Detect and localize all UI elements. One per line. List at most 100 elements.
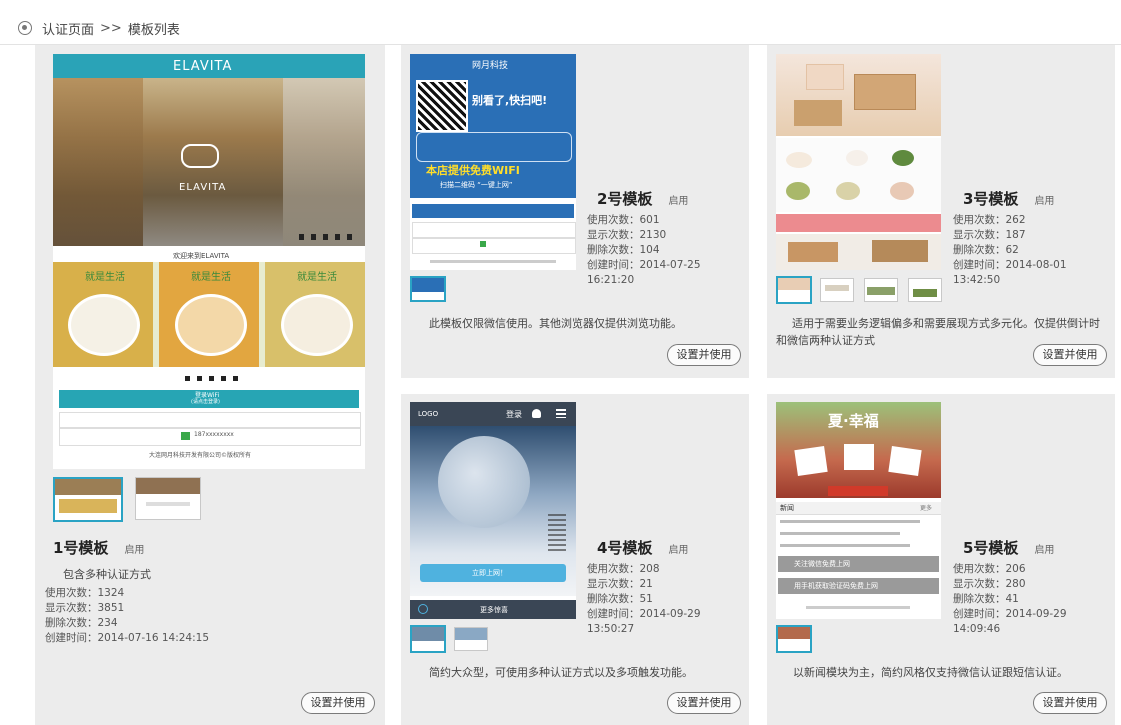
template-4-thumb-2[interactable] xyxy=(454,627,488,651)
template-1-stats: 使用次数：1324 显示次数：3851 删除次数：234 创建时间：2014-0… xyxy=(45,586,209,646)
template-3-preview[interactable] xyxy=(776,54,941,270)
preview-wifi: 本店提供免费WIFI xyxy=(426,164,520,177)
phone-icon xyxy=(181,432,190,440)
template-5-created: 创建时间：2014-09-29 14:09:46 xyxy=(953,608,1067,635)
template-2-title-row: 2号模板 启用 xyxy=(597,188,688,209)
template-2-name: 2号模板 xyxy=(597,190,653,208)
template-card-1: ELAVITA ELAVITA 欢迎来到ELAVITA 就是生活 就是生活 就是… xyxy=(35,45,385,725)
qr-code-icon xyxy=(416,80,468,132)
template-3-use-button[interactable]: 设置并使用 xyxy=(1033,344,1107,366)
template-3-created: 创建时间：2014-08-01 13:42:50 xyxy=(953,259,1067,286)
preview-footer: 大连网月科技开发有限公司©版权所有 xyxy=(149,452,252,459)
template-5-stats: 使用次数：206 显示次数：280 删除次数：41 创建时间：2014-09-2… xyxy=(953,562,1115,637)
template-4-status: 启用 xyxy=(668,545,689,556)
preview-login-sublabel: (请点击登录) xyxy=(191,399,220,405)
preview-news-more: 更多 xyxy=(920,505,933,512)
template-5-title-row: 5号模板 启用 xyxy=(963,537,1054,558)
template-2-shows: 显示次数：2130 xyxy=(587,229,667,241)
preview-welcome: 欢迎来到ELAVITA xyxy=(173,252,230,260)
preview-wechat: 关注微信免费上网 xyxy=(794,560,850,568)
template-2-created: 创建时间：2014-07-25 16:21:20 xyxy=(587,259,701,286)
template-2-uses: 使用次数：601 xyxy=(587,214,660,226)
preview-sms: 用手机获取验证码免费上网 xyxy=(794,582,878,590)
template-1-name: 1号模板 xyxy=(53,539,109,557)
bike-logo-icon xyxy=(181,144,219,168)
template-4-deletes: 删除次数：51 xyxy=(587,593,653,605)
template-2-use-button[interactable]: 设置并使用 xyxy=(667,344,741,366)
template-4-title-row: 4号模板 启用 xyxy=(597,537,688,558)
search-icon xyxy=(418,604,428,614)
preview-brand: 网月科技 xyxy=(472,61,509,71)
template-card-2: 网月科技 别看了,快扫吧! 本店提供免费WIFI 扫描二维码 “一键上网” 2号… xyxy=(401,45,749,378)
template-card-3: 3号模板 启用 使用次数：262 显示次数：187 删除次数：62 创建时间：2… xyxy=(767,45,1115,378)
breadcrumb-separator: >> xyxy=(100,20,122,36)
template-5-shows: 显示次数：280 xyxy=(953,578,1026,590)
template-1-subtitle: 包含多种认证方式 xyxy=(63,568,151,581)
template-3-shows: 显示次数：187 xyxy=(953,229,1026,241)
template-4-uses: 使用次数：208 xyxy=(587,563,660,575)
preview-brand: ELAVITA xyxy=(173,59,233,74)
preview-phone: 187xxxxxxxx xyxy=(194,431,234,438)
carousel-dots-2[interactable] xyxy=(185,376,240,381)
template-5-status: 启用 xyxy=(1034,545,1055,556)
preview-scan: 别看了,快扫吧! xyxy=(472,94,548,107)
template-1-shows: 显示次数：3851 xyxy=(45,602,125,614)
template-3-thumb-3[interactable] xyxy=(864,278,898,302)
carousel-dots-1[interactable] xyxy=(299,234,359,240)
template-3-deletes: 删除次数：62 xyxy=(953,244,1019,256)
preview-news: 新闻 xyxy=(780,504,794,512)
breadcrumb-root[interactable]: 认证页面 xyxy=(42,19,94,38)
template-1-uses: 使用次数：1324 xyxy=(45,587,125,599)
template-4-stats: 使用次数：208 显示次数：21 删除次数：51 创建时间：2014-09-29… xyxy=(587,562,749,637)
template-3-thumb-1[interactable] xyxy=(776,276,812,304)
preview-banner: 就是生活 xyxy=(85,272,125,283)
template-5-deletes: 删除次数：41 xyxy=(953,593,1019,605)
template-card-5: 夏·幸福 新闻 更多 关注微信免费上网 用手机获取验证码免费上网 5号模板 启用… xyxy=(767,394,1115,725)
template-1-use-button[interactable]: 设置并使用 xyxy=(301,692,375,714)
template-2-deletes: 删除次数：104 xyxy=(587,244,660,256)
template-2-thumb-1[interactable] xyxy=(410,276,446,302)
template-2-description: 此模板仅限微信使用。其他浏览器仅提供浏览功能。 xyxy=(429,317,682,330)
template-3-thumb-2[interactable] xyxy=(820,278,854,302)
phone-icon xyxy=(480,241,486,247)
template-1-thumb-2[interactable] xyxy=(135,477,201,520)
template-2-preview[interactable]: 网月科技 别看了,快扫吧! 本店提供免费WIFI 扫描二维码 “一键上网” xyxy=(410,54,576,270)
template-4-description: 简约大众型，可使用多种认证方式以及多项触发功能。 xyxy=(429,666,693,679)
template-3-stats: 使用次数：262 显示次数：187 删除次数：62 创建时间：2014-08-0… xyxy=(953,213,1115,288)
template-4-use-button[interactable]: 设置并使用 xyxy=(667,692,741,714)
menu-icon xyxy=(556,409,566,418)
template-5-description: 以新闻模块为主，简约风格仅支持微信认证跟短信认证。 xyxy=(793,666,1068,679)
template-3-title-row: 3号模板 启用 xyxy=(963,188,1054,209)
template-5-preview[interactable]: 夏·幸福 新闻 更多 关注微信免费上网 用手机获取验证码免费上网 xyxy=(776,402,941,619)
template-5-thumb-1[interactable] xyxy=(776,625,812,653)
template-1-deletes: 删除次数：234 xyxy=(45,617,118,629)
template-5-uses: 使用次数：206 xyxy=(953,563,1026,575)
preview-more: 更多惊喜 xyxy=(480,606,508,614)
template-4-preview[interactable]: LOGO 登录 立即上网！ 更多惊喜 xyxy=(410,402,576,619)
template-1-status: 启用 xyxy=(124,545,145,556)
template-1-created: 创建时间：2014-07-16 14:24:15 xyxy=(45,632,210,644)
template-card-4: LOGO 登录 立即上网！ 更多惊喜 4号模板 启用 使用次数：208 显示次数… xyxy=(401,394,749,725)
template-4-name: 4号模板 xyxy=(597,539,653,557)
template-3-name: 3号模板 xyxy=(963,190,1019,208)
camera-icon xyxy=(18,21,32,35)
preview-cta: 立即上网！ xyxy=(472,569,507,577)
user-icon xyxy=(532,409,541,418)
preview-headline: 夏·幸福 xyxy=(828,412,879,430)
template-4-created: 创建时间：2014-09-29 13:50:27 xyxy=(587,608,701,635)
template-1-thumb-1[interactable] xyxy=(53,477,123,522)
template-3-uses: 使用次数：262 xyxy=(953,214,1026,226)
template-2-stats: 使用次数：601 显示次数：2130 删除次数：104 创建时间：2014-07… xyxy=(587,213,749,288)
breadcrumb: 认证页面 >> 模板列表 xyxy=(18,18,180,38)
template-3-thumb-4[interactable] xyxy=(908,278,942,302)
template-1-preview[interactable]: ELAVITA ELAVITA 欢迎来到ELAVITA 就是生活 就是生活 就是… xyxy=(53,54,365,469)
preview-wifi-sub: 扫描二维码 “一键上网” xyxy=(440,181,513,189)
template-1-title-row: 1号模板 启用 xyxy=(53,537,144,558)
preview-login: 登录 xyxy=(506,410,522,419)
preview-logo: LOGO xyxy=(418,410,439,418)
template-3-status: 启用 xyxy=(1034,196,1055,207)
template-4-thumb-1[interactable] xyxy=(410,625,446,653)
template-2-status: 启用 xyxy=(668,196,689,207)
template-4-shows: 显示次数：21 xyxy=(587,578,653,590)
template-5-use-button[interactable]: 设置并使用 xyxy=(1033,692,1107,714)
